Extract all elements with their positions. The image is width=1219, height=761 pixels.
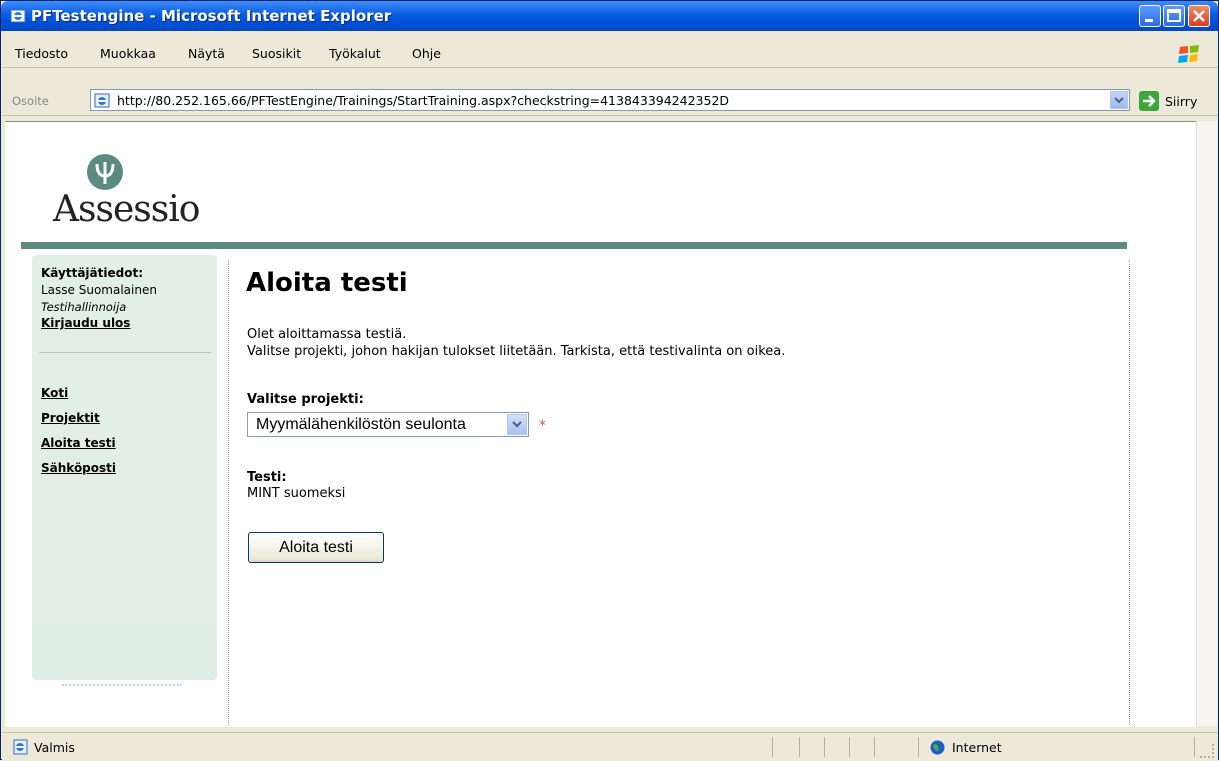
user-role: Testihallinnoija	[41, 300, 127, 314]
browser-window: PFTestengine - Microsoft Internet Explor…	[0, 0, 1219, 761]
menu-view[interactable]: Näytä	[188, 46, 225, 61]
windows-flag-icon	[1178, 45, 1199, 63]
globe-icon	[930, 740, 945, 755]
intro-line-2: Valitse projekti, johon hakijan tulokset…	[247, 344, 786, 359]
sidebar-item-email[interactable]: Sähköposti	[41, 461, 116, 475]
resize-grip[interactable]	[1200, 744, 1214, 758]
dropdown-arrow-icon	[512, 421, 522, 428]
test-label: Testi:	[247, 470, 287, 485]
header-bar	[21, 242, 1127, 249]
status-separator	[799, 737, 800, 757]
sidebar-item-projects[interactable]: Projektit	[41, 411, 100, 425]
sidebar-item-home[interactable]: Koti	[41, 386, 68, 400]
dropdown-arrow-icon	[1114, 97, 1124, 104]
maximize-icon	[1167, 9, 1181, 22]
status-text: Valmis	[34, 740, 75, 755]
project-label: Valitse projekti:	[247, 392, 364, 407]
menu-help[interactable]: Ohje	[412, 46, 441, 61]
content-right-border	[1129, 260, 1131, 725]
logout-link[interactable]: Kirjaudu ulos	[41, 316, 130, 330]
address-field[interactable]: http://80.252.165.66/PFTestEngine/Traini…	[90, 89, 1130, 111]
menu-file[interactable]: Tiedosto	[15, 46, 68, 61]
menu-tools[interactable]: Työkalut	[329, 46, 381, 61]
ie-icon	[10, 9, 26, 23]
page-title: Aloita testi	[246, 268, 408, 298]
start-test-button-label: Aloita testi	[279, 539, 353, 556]
test-value: MINT suomeksi	[247, 486, 346, 501]
status-separator	[1194, 737, 1195, 757]
user-name: Lasse Suomalainen	[41, 283, 157, 297]
status-bar: Valmis Internet	[2, 732, 1218, 761]
window-title: PFTestengine - Microsoft Internet Explor…	[31, 7, 392, 25]
sidebar-item-start-test[interactable]: Aloita testi	[41, 436, 116, 450]
address-dropdown-button[interactable]	[1110, 91, 1128, 109]
sidebar: Käyttäjätiedot: Lasse Suomalainen Testih…	[32, 255, 217, 686]
status-separator	[772, 737, 773, 757]
project-select-arrow[interactable]	[507, 414, 527, 435]
page-viewport: Assessio Käyttäjätiedot: Lasse Suomalain…	[5, 121, 1196, 727]
close-button[interactable]	[1188, 5, 1210, 27]
project-select[interactable]: Myymälähenkilöstön seulonta	[247, 412, 529, 437]
logo-text: Assessio	[53, 189, 200, 230]
title-bar: PFTestengine - Microsoft Internet Explor…	[1, 1, 1218, 31]
minimize-icon	[1145, 19, 1153, 22]
status-separator	[849, 737, 850, 757]
menu-favorites[interactable]: Suosikit	[252, 46, 301, 61]
content-left-border	[228, 260, 230, 725]
project-select-value: Myymälähenkilöstön seulonta	[256, 416, 466, 433]
status-separator	[874, 737, 875, 757]
user-heading: Käyttäjätiedot:	[41, 266, 143, 280]
menu-edit[interactable]: Muokkaa	[100, 46, 156, 61]
maximize-button[interactable]	[1163, 5, 1185, 27]
close-icon	[1193, 10, 1205, 22]
status-separator	[824, 737, 825, 757]
vertical-scrollbar[interactable]	[1196, 121, 1217, 726]
status-separator	[918, 737, 919, 757]
sidebar-divider	[39, 352, 211, 353]
intro-line-1: Olet aloittamassa testiä.	[247, 327, 407, 342]
go-button[interactable]	[1139, 91, 1159, 111]
minimize-button[interactable]	[1139, 5, 1161, 27]
address-bar: Osoite http://80.252.165.66/PFTestEngine…	[2, 85, 1218, 116]
menu-bar: Tiedosto Muokkaa Näytä Suosikit Työkalut…	[2, 41, 1218, 68]
address-url: http://80.252.165.66/PFTestEngine/Traini…	[117, 93, 730, 108]
start-test-button[interactable]: Aloita testi	[248, 532, 384, 563]
page-icon	[94, 93, 110, 108]
required-marker: *	[539, 418, 546, 434]
page-icon	[13, 739, 28, 755]
sidebar-decoration	[62, 684, 182, 690]
go-label[interactable]: Siirry	[1165, 94, 1197, 109]
security-zone-text: Internet	[952, 740, 1002, 755]
go-arrow-icon	[1143, 95, 1156, 107]
address-label: Osoite	[12, 94, 49, 108]
assessio-logo-icon	[87, 154, 123, 190]
